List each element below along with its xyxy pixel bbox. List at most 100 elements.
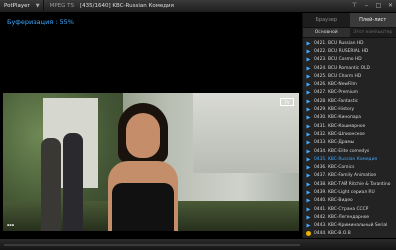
playlist-item-label: 0434. KBC-Elite comedys xyxy=(314,148,370,154)
playlist-item[interactable]: 0421. BCU Russian HD xyxy=(303,39,396,47)
playlist-item[interactable]: 0443. KBC-Криминальный Serial xyxy=(303,222,396,230)
play-arrow-icon xyxy=(306,74,311,79)
playlist-item[interactable]: 0429. KBC-History xyxy=(303,105,396,113)
control-bar xyxy=(0,238,396,250)
playlist-item[interactable]: 0434. KBC-Elite comedys xyxy=(303,147,396,155)
playlist-item-label: 0422. BCU RUSERIAL HD xyxy=(314,48,369,54)
play-arrow-icon xyxy=(306,57,311,62)
playlist-item-label: 0431. KBC-Кошмарное xyxy=(314,123,366,129)
tab-playlist[interactable]: Плей-лист xyxy=(349,13,396,28)
playlist: 0421. BCU Russian HD 0422. BCU RUSERIAL H… xyxy=(303,39,396,238)
close-icon[interactable]: ✕ xyxy=(387,2,394,9)
app-name: PotPlayer xyxy=(4,3,30,9)
playlist-item[interactable]: 0433. KBC-Драмы xyxy=(303,139,396,147)
seek-bar[interactable] xyxy=(4,244,300,246)
playlist-item[interactable]: 0432. KBC-Шпионское xyxy=(303,130,396,138)
playlist-panel: Браузер Плей-лист Основной Этот компьюте… xyxy=(302,13,396,238)
play-arrow-icon xyxy=(306,124,311,129)
play-arrow-icon xyxy=(306,198,311,203)
playlist-item[interactable]: 0436. KBC-Comics xyxy=(303,163,396,171)
playlist-item-label: 0443. KBC-Криминальный Serial xyxy=(314,223,388,229)
playlist-item[interactable]: 0423. BCU Cosmo HD xyxy=(303,56,396,64)
playlist-item-label: 0438. KBC-ТАЙ Ritchie & Tarantino xyxy=(314,181,391,187)
playlist-item[interactable]: 0424. BCU Romantic OLD xyxy=(303,64,396,72)
background-person-2 xyxy=(63,133,83,231)
play-arrow-icon xyxy=(306,223,311,228)
tab-browser[interactable]: Браузер xyxy=(303,13,350,28)
channel-logo: TV xyxy=(280,98,294,106)
playlist-item[interactable]: 0422. BCU RUSERIAL HD xyxy=(303,47,396,55)
playlist-item-label: 0429. KBC-History xyxy=(314,107,355,113)
play-arrow-icon xyxy=(306,207,311,212)
playlist-item-label: 0433. KBC-Драмы xyxy=(314,140,355,146)
playlist-item[interactable]: 0442. KBC-Легендарное xyxy=(303,213,396,221)
playlist-item-label: 0436. KBC-Comics xyxy=(314,165,355,171)
minimize-icon[interactable]: ‒ xyxy=(363,2,370,9)
playlist-item[interactable]: 0435. KBC-Russian Комедия xyxy=(303,155,396,163)
codec-label: MPEG TS xyxy=(49,3,75,9)
video-frame[interactable]: TV ▪▪▪ xyxy=(3,93,299,231)
playlist-item-label: 0437. KBC-Family Animation xyxy=(314,173,377,179)
play-arrow-icon xyxy=(306,190,311,195)
play-arrow-icon xyxy=(306,165,311,170)
playlist-item-label: 0439. KBC-Light сериал RU xyxy=(314,189,375,195)
play-arrow-icon xyxy=(306,182,311,187)
playlist-item[interactable]: 0440. KBC-Видео xyxy=(303,197,396,205)
play-arrow-icon xyxy=(306,49,311,54)
playlist-item-label: 0421. BCU Russian HD xyxy=(314,40,364,46)
playlist-item[interactable]: 0427. KBC-Premium xyxy=(303,89,396,97)
playlist-item-label: 0444. KBC-В.О.В xyxy=(314,231,351,237)
chevron-down-icon: ▼ xyxy=(35,3,40,9)
subtab-main[interactable]: Основной xyxy=(303,28,350,37)
playlist-item-label: 0432. KBC-Шпионское xyxy=(314,131,365,137)
play-arrow-icon xyxy=(306,157,311,162)
playlist-item-label: 0442. KBC-Легендарное xyxy=(314,214,370,220)
play-arrow-icon xyxy=(306,99,311,104)
playlist-item-label: 0426. KBC-NewFilm xyxy=(314,82,357,88)
playlist-item-label: 0427. KBC-Premium xyxy=(314,90,358,96)
play-arrow-icon xyxy=(306,107,311,112)
video-area[interactable]: Буферизация : 55% TV ▪▪▪ xyxy=(0,13,302,238)
maximize-icon[interactable]: □ xyxy=(375,2,382,9)
playlist-item-label: 0441. KBC-Страна СССР xyxy=(314,206,369,212)
pin-icon[interactable]: ⊤ xyxy=(351,2,358,9)
play-arrow-icon xyxy=(306,41,311,46)
playlist-item[interactable]: 0441. KBC-Страна СССР xyxy=(303,205,396,213)
play-arrow-icon xyxy=(306,66,311,71)
playlist-item[interactable]: 0437. KBC-Family Animation xyxy=(303,172,396,180)
play-arrow-icon xyxy=(306,90,311,95)
playlist-item-label: 0428. KBC-Fantastic xyxy=(314,98,359,104)
playlist-item-label: 0430. KBC-Кинопара xyxy=(314,115,361,121)
app-menu-button[interactable]: PotPlayer ▼ xyxy=(0,0,44,13)
playlist-item[interactable]: 0430. KBC-Кинопара xyxy=(303,114,396,122)
playlist-item-label: 0425. BCU Charm HD xyxy=(314,73,362,79)
panel-tabs: Браузер Плей-лист xyxy=(303,13,396,28)
playlist-item[interactable]: 0426. KBC-NewFilm xyxy=(303,80,396,88)
play-arrow-icon xyxy=(306,82,311,87)
panel-subtabs: Основной Этот компьютер xyxy=(303,28,396,38)
title-bar: PotPlayer ▼ MPEG TS [435/1640] KBC-Russi… xyxy=(0,0,396,13)
playlist-item[interactable]: 0439. KBC-Light сериал RU xyxy=(303,188,396,196)
playlist-item[interactable]: 0444. KBC-В.О.В xyxy=(303,230,396,238)
playlist-item[interactable]: 0425. BCU Charm HD xyxy=(303,72,396,80)
play-arrow-icon xyxy=(306,173,311,178)
buffering-status: Буферизация : 55% xyxy=(7,18,74,26)
playlist-item[interactable]: 0438. KBC-ТАЙ Ritchie & Tarantino xyxy=(303,180,396,188)
play-arrow-icon xyxy=(306,140,311,145)
playlist-item[interactable]: 0431. KBC-Кошмарное xyxy=(303,122,396,130)
playlist-item-label: 0435. KBC-Russian Комедия xyxy=(314,156,378,162)
woman-figure xyxy=(108,103,178,231)
play-arrow-icon xyxy=(306,149,311,154)
window-controls: ⊤ ‒ □ ✕ xyxy=(351,2,394,9)
playlist-item-label: 0423. BCU Cosmo HD xyxy=(314,57,362,63)
background-person-1 xyxy=(41,138,61,231)
play-arrow-icon xyxy=(306,132,311,137)
play-arrow-icon xyxy=(306,215,311,220)
smiley-icon xyxy=(306,231,311,237)
watermark: ▪▪▪ xyxy=(7,223,15,227)
playlist-item-label: 0424. BCU Romantic OLD xyxy=(314,65,370,71)
playlist-item-label: 0440. KBC-Видео xyxy=(314,198,353,204)
subtab-this-computer[interactable]: Этот компьютер xyxy=(349,28,396,37)
play-arrow-icon xyxy=(306,115,311,120)
playlist-item[interactable]: 0428. KBC-Fantastic xyxy=(303,97,396,105)
